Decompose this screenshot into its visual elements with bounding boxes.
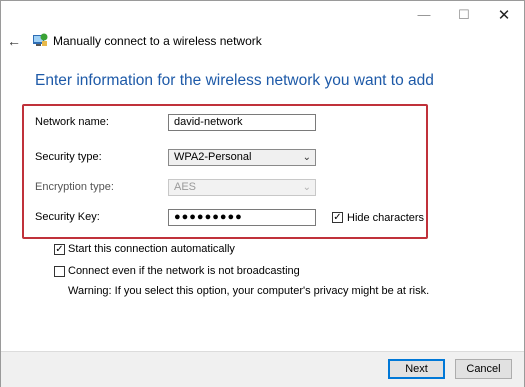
- hide-characters-label: Hide characters: [347, 212, 425, 224]
- minimize-icon[interactable]: —: [404, 1, 444, 28]
- security-key-value: ●●●●●●●●●: [174, 211, 243, 223]
- encryption-type-select: AES ⌄: [168, 179, 316, 196]
- close-icon[interactable]: ✕: [484, 1, 524, 28]
- connect-hidden-checkbox[interactable]: [54, 266, 65, 277]
- network-name-field[interactable]: david-network: [168, 114, 316, 131]
- back-arrow-icon[interactable]: ←: [7, 33, 21, 49]
- dialog-window: — ☐ ✕ ← Manually connect to a wireless n…: [0, 0, 525, 387]
- network-icon: [33, 33, 48, 46]
- next-button[interactable]: Next: [388, 359, 445, 379]
- security-type-select[interactable]: WPA2-Personal ⌄: [168, 149, 316, 166]
- privacy-warning: Warning: If you select this option, your…: [68, 285, 430, 297]
- cancel-button[interactable]: Cancel: [455, 359, 512, 379]
- connect-hidden-label: Connect even if the network is not broad…: [68, 265, 300, 277]
- maximize-icon[interactable]: ☐: [444, 1, 484, 28]
- hide-characters-checkbox[interactable]: ✓: [332, 212, 343, 223]
- security-type-label: Security type:: [35, 151, 102, 163]
- encryption-type-label: Encryption type:: [35, 181, 114, 193]
- start-automatically-checkbox[interactable]: ✓: [54, 244, 65, 255]
- encryption-type-value: AES: [174, 181, 197, 193]
- security-key-field[interactable]: ●●●●●●●●●: [168, 209, 316, 226]
- start-automatically-label: Start this connection automatically: [68, 243, 235, 255]
- security-type-value: WPA2-Personal: [174, 151, 252, 163]
- title-bar: — ☐ ✕: [1, 1, 524, 28]
- chevron-down-icon: ⌄: [302, 152, 311, 163]
- page-heading: Enter information for the wireless netwo…: [35, 72, 434, 89]
- chevron-down-icon: ⌄: [302, 182, 311, 193]
- security-key-label: Security Key:: [35, 211, 100, 223]
- network-name-value: david-network: [174, 116, 243, 128]
- dialog-title: Manually connect to a wireless network: [53, 34, 262, 48]
- button-bar: [1, 351, 524, 387]
- network-name-label: Network name:: [35, 116, 109, 128]
